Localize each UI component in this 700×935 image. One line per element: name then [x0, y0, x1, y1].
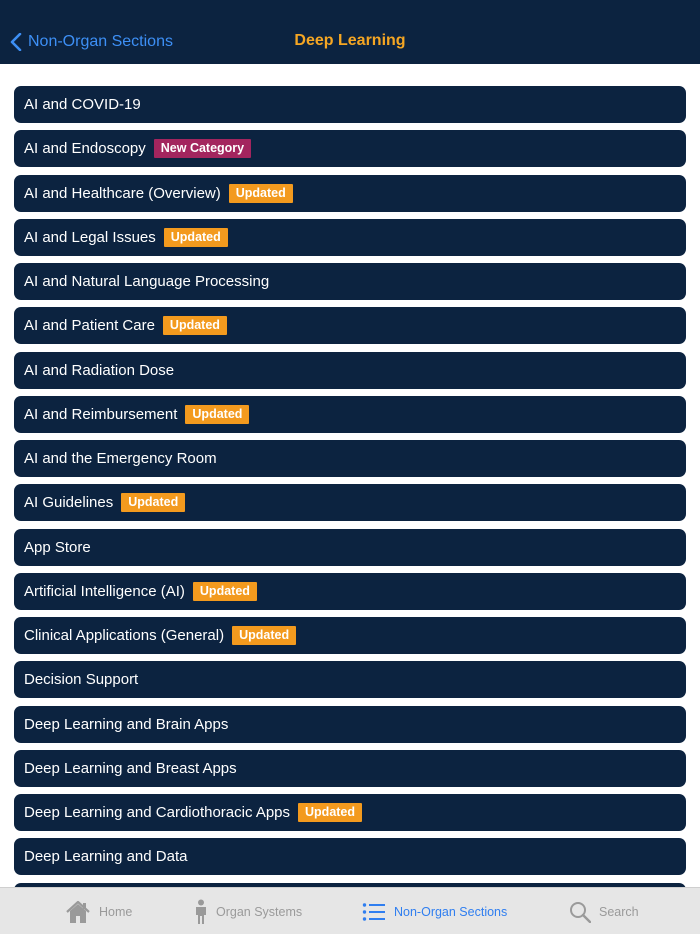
- list-item-label: AI and Patient Care: [24, 317, 155, 335]
- list-item-label: AI and Reimbursement: [24, 405, 178, 423]
- tab-home[interactable]: Home: [65, 888, 132, 935]
- updated-badge: Updated: [185, 404, 250, 424]
- list-item-label: Deep Learning and Cardiothoracic Apps: [24, 804, 291, 821]
- tab-non-organ-sections[interactable]: Non-Organ Sections: [362, 888, 507, 935]
- list-item-label: AI and Natural Language Processing: [24, 273, 270, 290]
- person-icon: [194, 899, 208, 925]
- updated-badge: Updated: [192, 581, 257, 601]
- tab-organ-systems[interactable]: Organ Systems: [194, 888, 302, 935]
- list-item-label: AI Guidelines: [24, 494, 114, 512]
- list-item-label: AI and COVID-19: [24, 96, 141, 113]
- page-title: Deep Learning: [294, 32, 406, 49]
- updated-badge: Updated: [163, 227, 228, 247]
- list-item[interactable]: AI Guidelines Updated: [14, 484, 686, 522]
- updated-badge: Updated: [162, 316, 227, 336]
- list-item[interactable]: AI and COVID-19: [14, 86, 686, 123]
- updated-badge: Updated: [232, 626, 297, 645]
- list-item-label: Deep Learning and Data: [24, 848, 188, 866]
- list-item-label: AI and Endoscopy: [24, 140, 146, 158]
- list-item[interactable]: AI and Radiation Dose: [14, 351, 686, 389]
- list-item-label: AI and Healthcare (Overview): [24, 184, 221, 202]
- search-icon: [569, 901, 591, 923]
- list-item-label: Clinical Applications (General): [24, 627, 225, 644]
- list-item-label: Deep Learning and Brain Apps: [24, 715, 229, 733]
- list-item[interactable]: AI and Natural Language Processing: [14, 263, 686, 300]
- tab-search-label: Search: [599, 904, 639, 919]
- list-item[interactable]: Deep Learning and Cardiothoracic Apps Upd…: [14, 794, 686, 831]
- tab-non-organ-sections-label: Non-Organ Sections: [394, 904, 508, 919]
- list-item[interactable]: AI and Healthcare (Overview) Updated: [14, 174, 686, 212]
- updated-badge: Updated: [121, 493, 186, 513]
- tab-bar: Home Organ Systems Non-Organ Sections Se…: [0, 887, 700, 934]
- tab-search[interactable]: Search: [569, 888, 639, 935]
- list-item[interactable]: App Store: [14, 528, 686, 566]
- list-item[interactable]: Clinical Applications (General) Updated: [14, 617, 686, 654]
- list-item-label: AI and Radiation Dose: [24, 361, 175, 379]
- section-list: AI and COVID-19 AI and Endoscopy New Categ…: [14, 86, 686, 927]
- list-item-label: Decision Support: [24, 671, 139, 689]
- list-icon: [362, 902, 386, 922]
- list-item[interactable]: AI and Patient Care Updated: [14, 307, 686, 345]
- list-item-label: AI and Legal Issues: [24, 228, 156, 246]
- navigation-bar: Non-Organ Sections Deep Learning: [0, 0, 700, 64]
- updated-badge: Updated: [298, 803, 363, 822]
- tab-organ-systems-label: Organ Systems: [216, 904, 303, 919]
- list-item[interactable]: Deep Learning and Breast Apps: [14, 749, 686, 787]
- list-item[interactable]: AI and Endoscopy New Category: [14, 130, 686, 168]
- updated-badge: Updated: [228, 183, 293, 203]
- list-item-label: App Store: [24, 538, 91, 556]
- list-item[interactable]: Artificial Intelligence (AI) Updated: [14, 572, 686, 610]
- list-item[interactable]: Deep Learning and Data: [14, 838, 686, 876]
- tab-home-label: Home: [99, 904, 133, 919]
- list-item[interactable]: AI and Reimbursement Updated: [14, 395, 686, 433]
- list-item-label: Artificial Intelligence (AI): [24, 582, 185, 600]
- list-item[interactable]: AI and Legal Issues Updated: [14, 218, 686, 256]
- list-item-label: Deep Learning and Breast Apps: [24, 759, 237, 777]
- list-item-label: AI and the Emergency Room: [24, 450, 217, 467]
- list-item[interactable]: Deep Learning and Brain Apps: [14, 705, 686, 743]
- home-icon: [65, 900, 91, 924]
- list-item[interactable]: Decision Support: [14, 661, 686, 699]
- list-item[interactable]: AI and the Emergency Room: [14, 440, 686, 477]
- new-category-badge: New Category: [153, 139, 252, 159]
